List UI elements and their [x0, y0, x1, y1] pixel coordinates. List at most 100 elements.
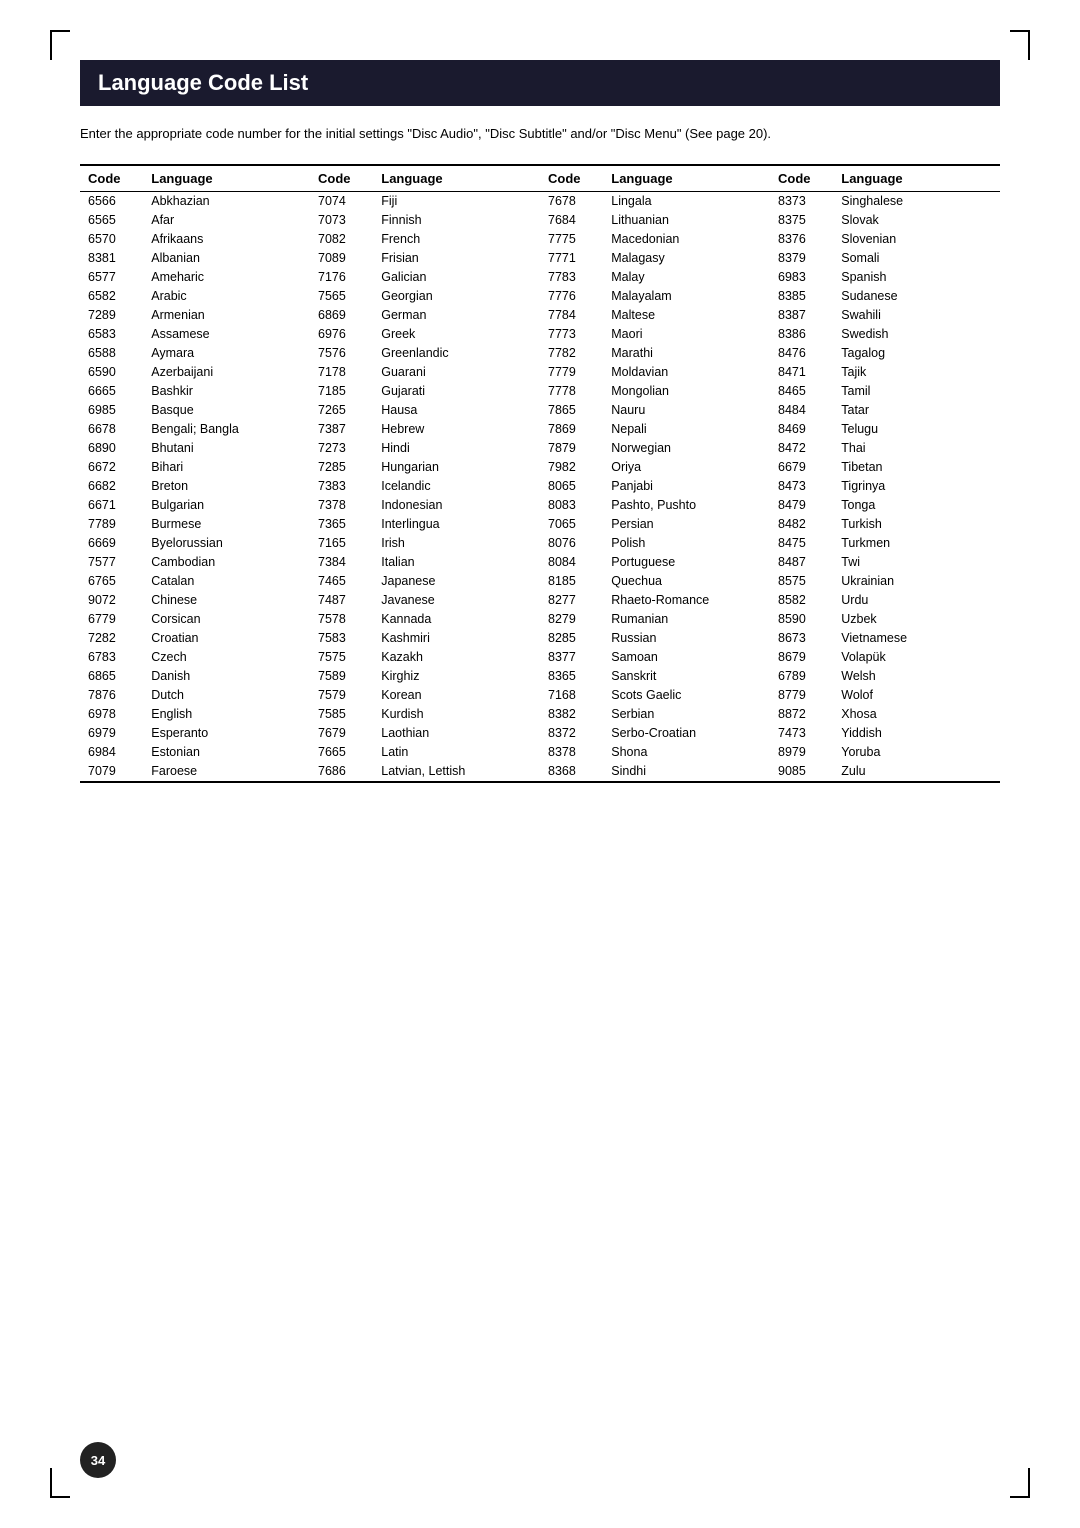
col2-lang-header: Language — [373, 165, 540, 192]
row21-col3-lang: Urdu — [833, 591, 1000, 610]
row15-col3-lang: Tigrinya — [833, 477, 1000, 496]
row4-col2-code: 7783 — [540, 268, 603, 287]
row16-col0-lang: Bulgarian — [143, 496, 310, 515]
row17-col1-lang: Interlingua — [373, 515, 540, 534]
row27-col1-lang: Kurdish — [373, 705, 540, 724]
row0-col0-lang: Abkhazian — [143, 191, 310, 211]
row21-col1-lang: Javanese — [373, 591, 540, 610]
row28-col3-lang: Yiddish — [833, 724, 1000, 743]
row15-col1-lang: Icelandic — [373, 477, 540, 496]
row21-col2-lang: Rhaeto-Romance — [603, 591, 770, 610]
row12-col3-lang: Telugu — [833, 420, 1000, 439]
row10-col3-code: 8465 — [770, 382, 833, 401]
table-row: 6890Bhutani7273Hindi7879Norwegian8472Tha… — [80, 439, 1000, 458]
row11-col0-lang: Basque — [143, 401, 310, 420]
row21-col0-code: 9072 — [80, 591, 143, 610]
row20-col0-lang: Catalan — [143, 572, 310, 591]
row25-col0-lang: Danish — [143, 667, 310, 686]
row12-col3-code: 8469 — [770, 420, 833, 439]
row26-col1-lang: Korean — [373, 686, 540, 705]
row2-col0-code: 6570 — [80, 230, 143, 249]
row21-col3-code: 8582 — [770, 591, 833, 610]
language-table: Code Language Code Language Code Languag… — [80, 164, 1000, 783]
row11-col3-code: 8484 — [770, 401, 833, 420]
table-row: 7079Faroese7686Latvian, Lettish8368Sindh… — [80, 762, 1000, 781]
row3-col1-code: 7089 — [310, 249, 373, 268]
row29-col3-lang: Yoruba — [833, 743, 1000, 762]
row6-col1-code: 6869 — [310, 306, 373, 325]
row12-col0-lang: Bengali; Bangla — [143, 420, 310, 439]
table-row: 6588Aymara7576Greenlandic7782Marathi8476… — [80, 344, 1000, 363]
row29-col2-code: 8378 — [540, 743, 603, 762]
row16-col2-lang: Pashto, Pushto — [603, 496, 770, 515]
row2-col2-code: 7775 — [540, 230, 603, 249]
row4-col2-lang: Malay — [603, 268, 770, 287]
row30-col2-lang: Sindhi — [603, 762, 770, 781]
row16-col1-lang: Indonesian — [373, 496, 540, 515]
row2-col2-lang: Macedonian — [603, 230, 770, 249]
row1-col1-lang: Finnish — [373, 211, 540, 230]
corner-tl — [50, 30, 70, 60]
row5-col0-code: 6582 — [80, 287, 143, 306]
row16-col3-code: 8479 — [770, 496, 833, 515]
title-box: Language Code List — [80, 60, 1000, 106]
row10-col2-lang: Mongolian — [603, 382, 770, 401]
row16-col0-code: 6671 — [80, 496, 143, 515]
page-title: Language Code List — [98, 70, 982, 96]
row5-col3-lang: Sudanese — [833, 287, 1000, 306]
table-row: 6570Afrikaans7082French7775Macedonian837… — [80, 230, 1000, 249]
row3-col2-lang: Malagasy — [603, 249, 770, 268]
row15-col3-code: 8473 — [770, 477, 833, 496]
row25-col3-code: 6789 — [770, 667, 833, 686]
row24-col0-lang: Czech — [143, 648, 310, 667]
row26-col1-code: 7579 — [310, 686, 373, 705]
row4-col1-lang: Galician — [373, 268, 540, 287]
row7-col1-lang: Greek — [373, 325, 540, 344]
row21-col2-code: 8277 — [540, 591, 603, 610]
row28-col0-lang: Esperanto — [143, 724, 310, 743]
row10-col0-lang: Bashkir — [143, 382, 310, 401]
row29-col3-code: 8979 — [770, 743, 833, 762]
row20-col0-code: 6765 — [80, 572, 143, 591]
row10-col1-lang: Gujarati — [373, 382, 540, 401]
row20-col3-lang: Ukrainian — [833, 572, 1000, 591]
row0-col2-code: 7678 — [540, 191, 603, 211]
row12-col1-code: 7387 — [310, 420, 373, 439]
row16-col3-lang: Tonga — [833, 496, 1000, 515]
row28-col1-code: 7679 — [310, 724, 373, 743]
row13-col3-lang: Thai — [833, 439, 1000, 458]
row3-col0-lang: Albanian — [143, 249, 310, 268]
corner-tr — [1010, 30, 1030, 60]
table-row: 6984Estonian7665Latin8378Shona8979Yoruba — [80, 743, 1000, 762]
corner-br — [1010, 1468, 1030, 1498]
row28-col3-code: 7473 — [770, 724, 833, 743]
row22-col3-code: 8590 — [770, 610, 833, 629]
row5-col0-lang: Arabic — [143, 287, 310, 306]
row7-col0-lang: Assamese — [143, 325, 310, 344]
table-row: 6682Breton7383Icelandic8065Panjabi8473Ti… — [80, 477, 1000, 496]
row28-col0-code: 6979 — [80, 724, 143, 743]
row11-col2-lang: Nauru — [603, 401, 770, 420]
row23-col1-code: 7583 — [310, 629, 373, 648]
row18-col1-lang: Irish — [373, 534, 540, 553]
row15-col0-code: 6682 — [80, 477, 143, 496]
table-row: 6672Bihari7285Hungarian7982Oriya6679Tibe… — [80, 458, 1000, 477]
col4-lang-header: Language — [833, 165, 1000, 192]
row30-col0-lang: Faroese — [143, 762, 310, 781]
row0-col1-code: 7074 — [310, 191, 373, 211]
table-row: 6577Ameharic7176Galician7783Malay6983Spa… — [80, 268, 1000, 287]
row14-col0-lang: Bihari — [143, 458, 310, 477]
table-header: Code Language Code Language Code Languag… — [80, 165, 1000, 192]
row17-col2-lang: Persian — [603, 515, 770, 534]
row1-col0-lang: Afar — [143, 211, 310, 230]
table-body: 6566Abkhazian7074Fiji7678Lingala8373Sing… — [80, 191, 1000, 781]
row11-col0-code: 6985 — [80, 401, 143, 420]
row22-col0-lang: Corsican — [143, 610, 310, 629]
row29-col0-lang: Estonian — [143, 743, 310, 762]
row0-col1-lang: Fiji — [373, 191, 540, 211]
row1-col2-lang: Lithuanian — [603, 211, 770, 230]
row26-col3-lang: Wolof — [833, 686, 1000, 705]
row13-col2-lang: Norwegian — [603, 439, 770, 458]
row9-col2-lang: Moldavian — [603, 363, 770, 382]
row7-col2-code: 7773 — [540, 325, 603, 344]
